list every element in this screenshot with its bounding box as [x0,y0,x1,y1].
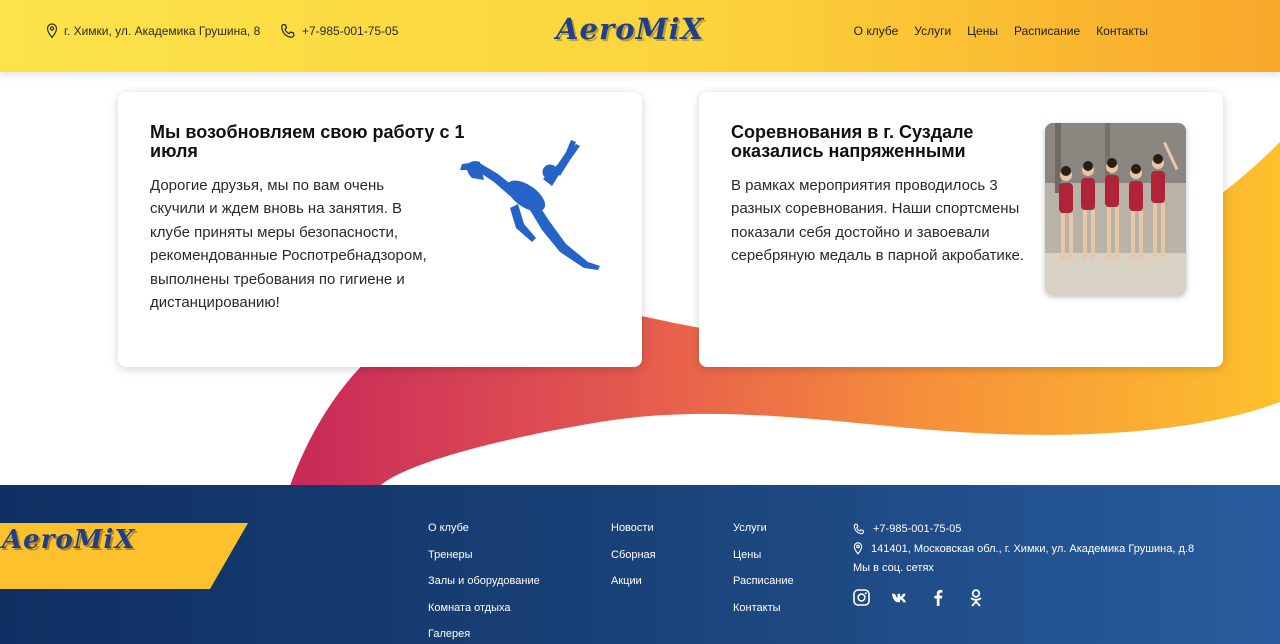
news-card-text: В рамках мероприятия проводилось 3 разны… [731,177,1025,265]
nav-item-about[interactable]: О клубе [854,24,899,38]
footer-phone[interactable]: +7-985-001-75-05 [853,522,1194,535]
footer-links-news: Новости Сборная Акции [611,522,656,588]
footer-link-services[interactable]: Услуги [733,522,794,535]
vk-icon[interactable] [891,589,908,606]
news-card-text: Дорогие друзья, мы по вам очень скучили … [150,177,427,312]
nav-item-schedule[interactable]: Расписание [1014,24,1080,38]
footer-logo[interactable]: AeroMiX [0,523,250,589]
footer-links-club: О клубе Тренеры Залы и оборудование Комн… [428,522,540,641]
odnoklassniki-icon[interactable] [967,588,984,606]
footer-logo-text: AeroMiX [2,525,136,555]
main-nav: О клубе Услуги Цены Расписание Контакты [854,24,1148,38]
footer-link-promos[interactable]: Акции [611,575,656,588]
footer-link-schedule[interactable]: Расписание [733,575,794,588]
phone-icon [853,523,865,534]
news-card-reopening[interactable]: Мы возобновляем свою работу с 1 июля Дор… [118,92,642,367]
site-footer: AeroMiX О клубе Тренеры Залы и оборудова… [0,485,1280,644]
nav-item-prices[interactable]: Цены [967,24,998,38]
news-card-title: Мы возобновляем свою работу с 1 июля [150,122,465,161]
header-phone[interactable]: +7-985-001-75-05 [280,23,398,39]
nav-item-services[interactable]: Услуги [914,24,951,38]
location-pin-icon [853,542,863,555]
footer-address-text: 141401, Московская обл., г. Химки, ул. А… [871,542,1195,555]
header-address: г. Химки, ул. Академика Грушина, 8 [46,23,260,39]
header-address-text: г. Химки, ул. Академика Грушина, 8 [64,24,261,38]
footer-link-rest-room[interactable]: Комната отдыха [428,602,540,615]
footer-link-about[interactable]: О клубе [428,522,540,535]
site-logo[interactable]: AeroMiX [556,12,704,46]
instagram-icon[interactable] [853,589,870,606]
footer-link-gallery[interactable]: Галерея [428,628,540,641]
footer-link-trainers[interactable]: Тренеры [428,549,540,562]
news-card-suzdal[interactable]: Соревнования в г. Суздале оказались напр… [699,92,1223,367]
phone-icon [281,23,295,38]
footer-phone-text[interactable]: +7-985-001-75-05 [873,523,961,535]
gymnast-silhouette-image [460,140,600,270]
social-title: Мы в соц. сетях [853,562,934,574]
news-card-title: Соревнования в г. Суздале оказались напр… [731,122,974,161]
facebook-icon[interactable] [929,589,946,606]
footer-address: 141401, Московская обл., г. Химки, ул. А… [853,542,1194,555]
site-header: г. Химки, ул. Академика Грушина, 8 +7-98… [0,0,1280,72]
footer-links-services: Услуги Цены Расписание Контакты [733,522,794,615]
footer-link-contacts[interactable]: Контакты [733,602,794,615]
footer-link-halls[interactable]: Залы и оборудование [428,575,540,588]
footer-link-prices[interactable]: Цены [733,549,794,562]
header-phone-text[interactable]: +7-985-001-75-05 [302,24,398,38]
nav-item-contacts[interactable]: Контакты [1096,24,1148,38]
footer-link-news[interactable]: Новости [611,522,656,535]
location-pin-icon [46,23,58,39]
athletes-photo [1045,123,1186,295]
social-links [853,588,1194,606]
footer-link-team[interactable]: Сборная [611,549,656,562]
footer-contacts: +7-985-001-75-05 141401, Московская обл.… [853,522,1194,606]
